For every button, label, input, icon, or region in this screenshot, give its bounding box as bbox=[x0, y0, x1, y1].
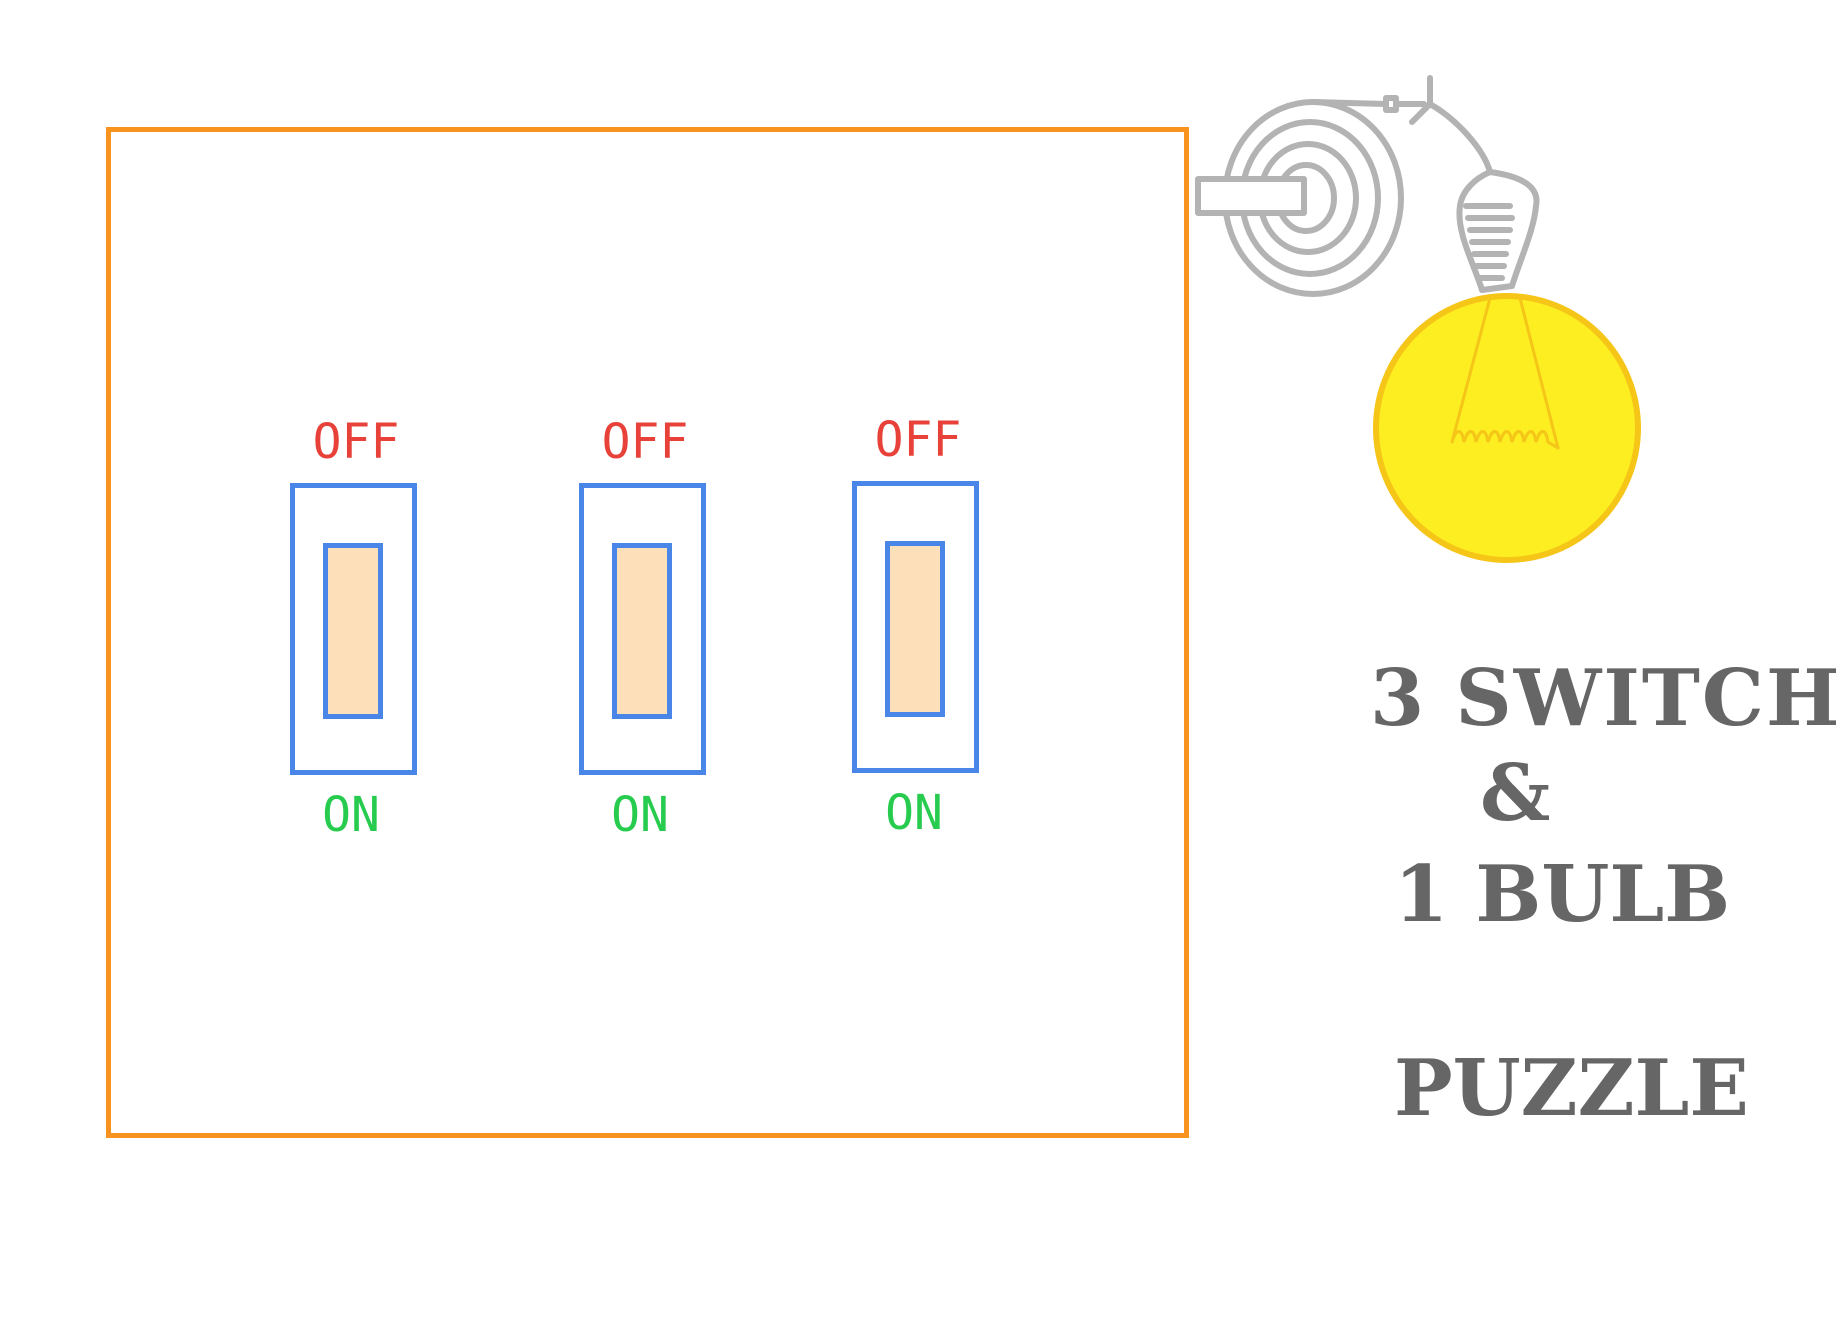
title-line-4: PUZZLE bbox=[1394, 1043, 1749, 1134]
coiled-wire-icon bbox=[1195, 75, 1540, 297]
title-line-3: 1 BULB bbox=[1394, 849, 1731, 940]
title-line-2: & bbox=[1480, 748, 1551, 839]
light-bulb-icon bbox=[1373, 293, 1641, 563]
title-line-1: 3 SWITCH bbox=[1370, 653, 1836, 744]
